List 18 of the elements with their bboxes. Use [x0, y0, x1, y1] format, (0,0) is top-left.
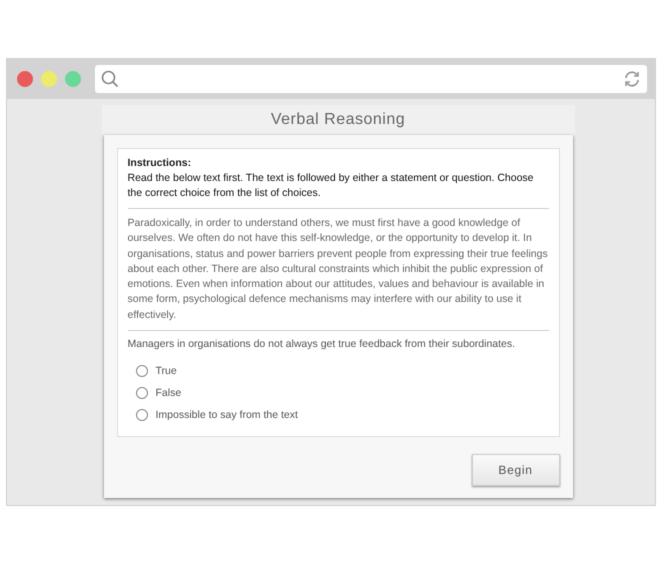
minimize-dot[interactable] [41, 71, 57, 87]
radio-button[interactable] [136, 409, 148, 422]
radio-button[interactable] [136, 387, 148, 400]
address-field[interactable] [95, 65, 647, 93]
refresh-icon[interactable] [623, 70, 641, 88]
radio-button[interactable] [136, 365, 148, 378]
instructions-text: Read the below text first. The text is followed by either a statement or question. Choose the correct choice from the list of choices. [128, 171, 535, 201]
begin-button[interactable]: Begin [472, 454, 560, 486]
statement-text: Managers in organisations do not always get true feedback from their subordinates. [128, 338, 516, 350]
choice-label[interactable]: Impossible to say from the text [156, 409, 298, 422]
search-icon [101, 70, 119, 88]
choice-label[interactable]: False [156, 387, 182, 400]
choice-label[interactable]: True [156, 365, 177, 378]
close-dot[interactable] [17, 71, 33, 87]
dialog-title: Verbal Reasoning [102, 105, 574, 135]
passage-text: Paradoxically, in order to understand others, we must first have a good knowledge of ourselves. We often do not have this self-knowledge, or the opportunity to develop it. In organisations, status and power barriers prevent people from expressing their true feelings about each other. There are also cultural constraints which inhibit the public expression of emotions. Even when information about our attitudes, values and behaviour is available in some form, psychological defence mechanisms may interfere with our ability to use it effectively. [128, 216, 548, 323]
instructions-heading: Instructions: [128, 157, 192, 169]
maximize-dot[interactable] [65, 71, 81, 87]
